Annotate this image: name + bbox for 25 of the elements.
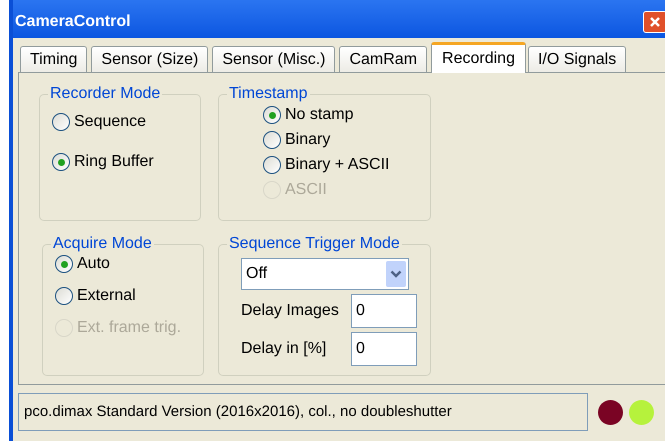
tab[interactable]: Timing [20, 46, 88, 72]
close-icon [649, 16, 661, 28]
group-title: Timestamp [227, 84, 310, 104]
group-title: Acquire Mode [51, 234, 154, 254]
field-label: Delay Images [241, 301, 340, 321]
input-field[interactable]: 0 [351, 332, 417, 366]
radio-button[interactable]: Binary + ASCII [263, 155, 390, 175]
close-button[interactable] [643, 11, 665, 33]
radio-button[interactable]: Binary [263, 130, 330, 150]
input-field[interactable]: 0 [351, 294, 417, 328]
window-title: CameraControl [15, 12, 132, 32]
tab[interactable]: Sensor (Misc.) [212, 46, 336, 72]
group-title: Sequence Trigger Mode [227, 234, 402, 254]
tab[interactable]: Sensor (Size) [91, 46, 208, 72]
tab[interactable]: CamRam [339, 46, 428, 72]
radio-button[interactable]: External [55, 286, 136, 306]
field-label: Delay in [%] [241, 339, 328, 359]
tab[interactable]: Recording [431, 42, 526, 73]
radio-button[interactable]: Sequence [52, 112, 146, 132]
dropdown[interactable]: Off [241, 258, 409, 290]
radio-button[interactable]: Auto [55, 254, 110, 274]
status-text: pco.dimax Standard Version (2016x2016), col., no doubleshutter [18, 393, 588, 431]
radio-button[interactable]: No stamp [263, 105, 354, 125]
tab[interactable]: I/O Signals [528, 46, 626, 72]
radio-button[interactable]: Ring Buffer [52, 152, 154, 172]
